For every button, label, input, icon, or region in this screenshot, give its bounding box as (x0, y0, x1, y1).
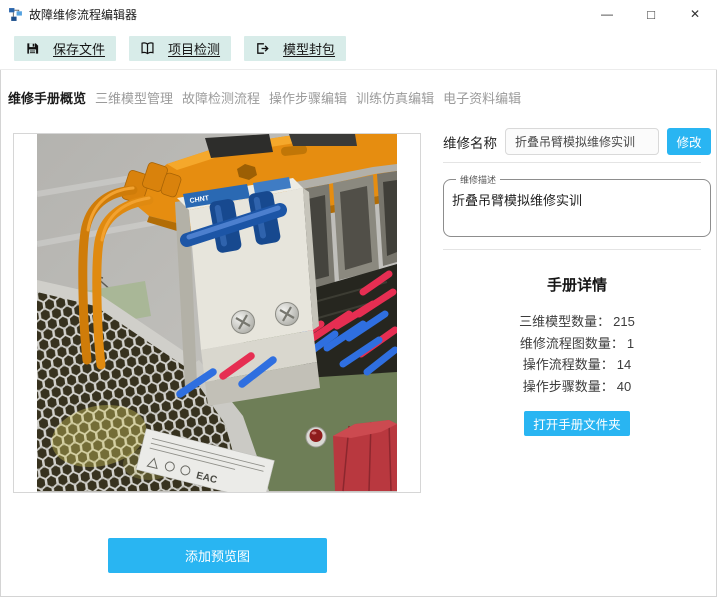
model-package-button[interactable]: 模型封包 (244, 36, 346, 61)
minimize-button[interactable]: — (585, 0, 629, 28)
detail-label: 维修流程图数量： (520, 336, 624, 351)
description-group: 维修描述 折叠吊臂模拟维修实训 (443, 173, 711, 237)
detail-row-model-count: 三维模型数量：215 (443, 311, 711, 333)
description-text: 折叠吊臂模拟维修实训 (452, 190, 702, 209)
divider (443, 162, 701, 163)
tab-electronic-material-edit[interactable]: 电子资料编辑 (443, 88, 521, 107)
app-icon (8, 7, 23, 22)
detail-label: 操作步骤数量： (523, 379, 614, 394)
tabbar: 维修手册概览 三维模型管理 故障检测流程 操作步骤编辑 训练仿真编辑 电子资料编… (8, 88, 521, 107)
detail-row-flowchart-count: 维修流程图数量：1 (443, 333, 711, 355)
detail-label: 三维模型数量： (519, 314, 610, 329)
manual-details-title: 手册详情 (443, 274, 711, 295)
detail-value: 14 (617, 357, 631, 372)
maintenance-name-row: 维修名称 修改 (443, 128, 711, 155)
detail-value: 40 (617, 379, 631, 394)
editor-panel: 维修名称 修改 维修描述 折叠吊臂模拟维修实训 手册详情 三维模型数量：215 … (443, 128, 711, 436)
project-check-button[interactable]: 项目检测 (129, 36, 231, 61)
toolbar: 保存文件 项目检测 模型封包 (0, 28, 717, 70)
add-preview-button[interactable]: 添加预览图 (108, 538, 327, 573)
detail-row-process-count: 操作流程数量：14 (443, 354, 711, 376)
tab-3d-model-management[interactable]: 三维模型管理 (95, 88, 173, 107)
tab-manual-overview[interactable]: 维修手册概览 (8, 88, 86, 107)
save-file-button[interactable]: 保存文件 (14, 36, 116, 61)
detail-value: 1 (627, 336, 634, 351)
preview-image-panel: EAC (13, 133, 421, 493)
open-manual-folder-button[interactable]: 打开手册文件夹 (524, 411, 630, 436)
maximize-button[interactable]: □ (629, 0, 673, 28)
project-check-icon (140, 41, 155, 56)
preview-image: EAC (37, 134, 397, 492)
manual-details: 手册详情 三维模型数量：215 维修流程图数量：1 操作流程数量：14 操作步骤… (443, 274, 711, 436)
save-icon (25, 41, 40, 56)
tab-training-simulation-edit[interactable]: 训练仿真编辑 (356, 88, 434, 107)
manual-details-rows: 三维模型数量：215 维修流程图数量：1 操作流程数量：14 操作步骤数量：40 (443, 311, 711, 397)
save-file-label: 保存文件 (53, 39, 105, 58)
project-check-label: 项目检测 (168, 39, 220, 58)
close-button[interactable]: ✕ (673, 0, 717, 28)
window-controls: — □ ✕ (585, 0, 717, 28)
maintenance-name-input[interactable] (505, 128, 659, 155)
detail-value: 215 (613, 314, 635, 329)
description-legend: 维修描述 (456, 173, 500, 186)
tab-operation-step-edit[interactable]: 操作步骤编辑 (269, 88, 347, 107)
model-package-label: 模型封包 (283, 39, 335, 58)
indicator-light (306, 427, 326, 447)
detail-row-step-count: 操作步骤数量：40 (443, 376, 711, 398)
modify-button[interactable]: 修改 (667, 128, 711, 155)
maintenance-name-label: 维修名称 (443, 132, 497, 152)
package-export-icon (255, 41, 270, 56)
window-title: 故障维修流程编辑器 (29, 6, 137, 23)
detail-label: 操作流程数量： (523, 357, 614, 372)
divider (443, 249, 701, 250)
titlebar: 故障维修流程编辑器 — □ ✕ (0, 0, 717, 28)
tab-fault-detection-flow[interactable]: 故障检测流程 (182, 88, 260, 107)
